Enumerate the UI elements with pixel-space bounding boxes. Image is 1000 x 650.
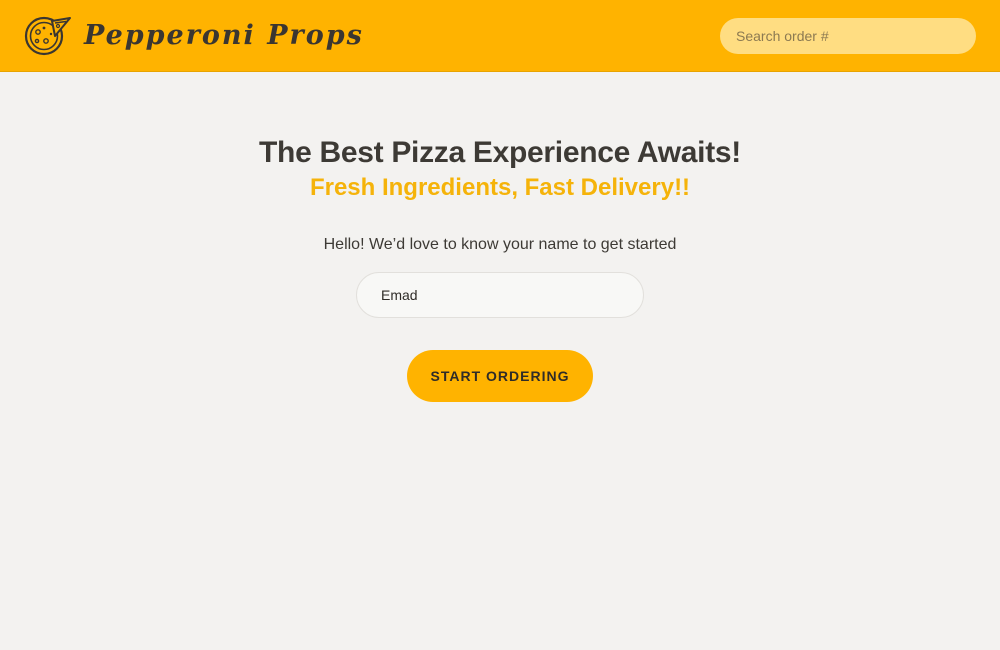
brand-name: Pepperoni Props	[84, 20, 364, 51]
start-ordering-button[interactable]: START ORDERING	[406, 350, 594, 402]
top-header: Pepperoni Props	[0, 0, 1000, 72]
page-subheadline: Fresh Ingredients, Fast Delivery!!	[309, 174, 691, 201]
customer-name-input[interactable]	[356, 272, 644, 318]
name-prompt: Hello! We’d love to know your name to ge…	[323, 236, 677, 253]
brand-link[interactable]: Pepperoni Props	[24, 16, 364, 56]
order-search-input[interactable]	[720, 17, 976, 54]
main-content: The Best Pizza Experience Awaits! Fresh …	[0, 72, 1000, 402]
page-headline: The Best Pizza Experience Awaits!	[259, 136, 741, 169]
pizza-icon	[24, 16, 71, 55]
